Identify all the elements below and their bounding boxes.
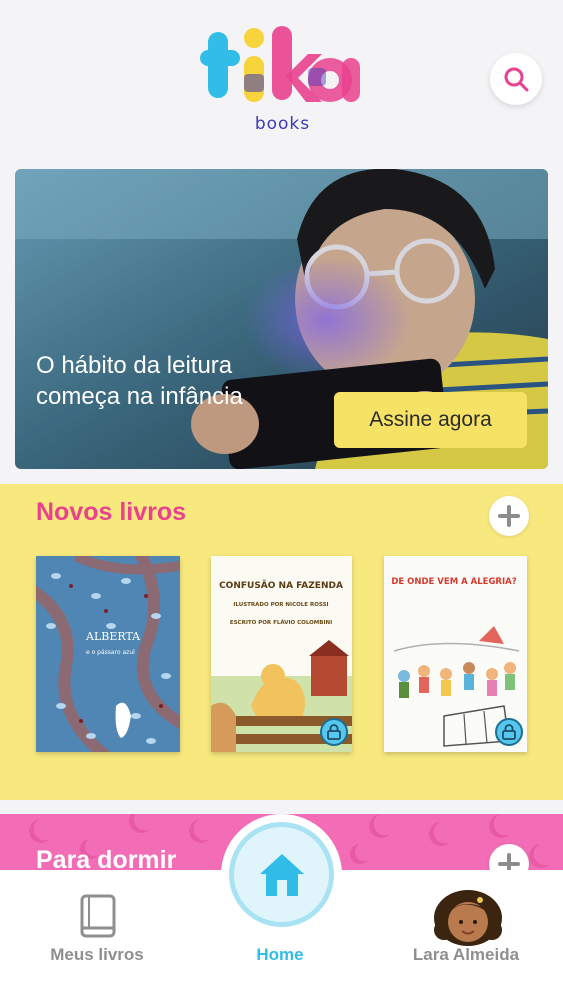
see-more-new-books-button[interactable] [489, 496, 529, 536]
search-icon [504, 67, 529, 92]
book-title: DE ONDE VEM A ALEGRIA? [391, 577, 516, 587]
avatar [434, 890, 502, 946]
book-illustrator: ILUSTRADO POR NICOLE ROSSI [233, 602, 328, 608]
lock-icon [495, 718, 523, 746]
home-button-inner [229, 822, 334, 927]
subscribe-now-button[interactable]: Assine agora [334, 392, 527, 448]
section-title: Novos livros [36, 498, 187, 526]
section-new-books: Novos livros ALBERTA e o pássaro azul CO… [0, 484, 563, 800]
hero-banner[interactable]: O hábito da leitura começa na infância A… [15, 169, 548, 469]
home-icon [259, 853, 304, 896]
nav-my-books[interactable]: Meus livros [17, 870, 177, 1000]
book-title: CONFUSÃO NA FAZENDA [219, 580, 343, 591]
nav-label: Lara Almeida [412, 945, 520, 964]
book-subtitle: e o pássaro azul [86, 649, 135, 656]
home-screen: books O hábito da leitura começa na infâ… [0, 0, 563, 1000]
book-card-de-onde-vem-a-alegria[interactable]: DE ONDE VEM A ALEGRIA? [384, 556, 527, 752]
search-button[interactable] [490, 53, 542, 105]
book-cover: ALBERTA e o pássaro azul [36, 556, 180, 752]
nav-profile[interactable]: Lara Almeida [386, 870, 546, 1000]
nav-label: Home [256, 945, 304, 964]
home-button[interactable] [221, 814, 342, 935]
logo-subtitle: books [254, 114, 311, 134]
nav-label: Meus livros [50, 945, 144, 964]
hero-headline: O hábito da leitura começa na infância [36, 352, 243, 410]
tika-books-logo: books [200, 24, 365, 136]
book-card-confusao-na-fazenda[interactable]: CONFUSÃO NA FAZENDA ILUSTRADO POR NICOLE… [211, 556, 352, 752]
book-card-alberta[interactable]: ALBERTA e o pássaro azul [36, 556, 180, 752]
lock-icon [320, 718, 348, 746]
book-author: ESCRITO POR FLÁVIO COLOMBINI [230, 619, 332, 626]
header: books [0, 0, 563, 160]
book-title: ALBERTA [85, 630, 141, 643]
book-icon [80, 894, 116, 938]
